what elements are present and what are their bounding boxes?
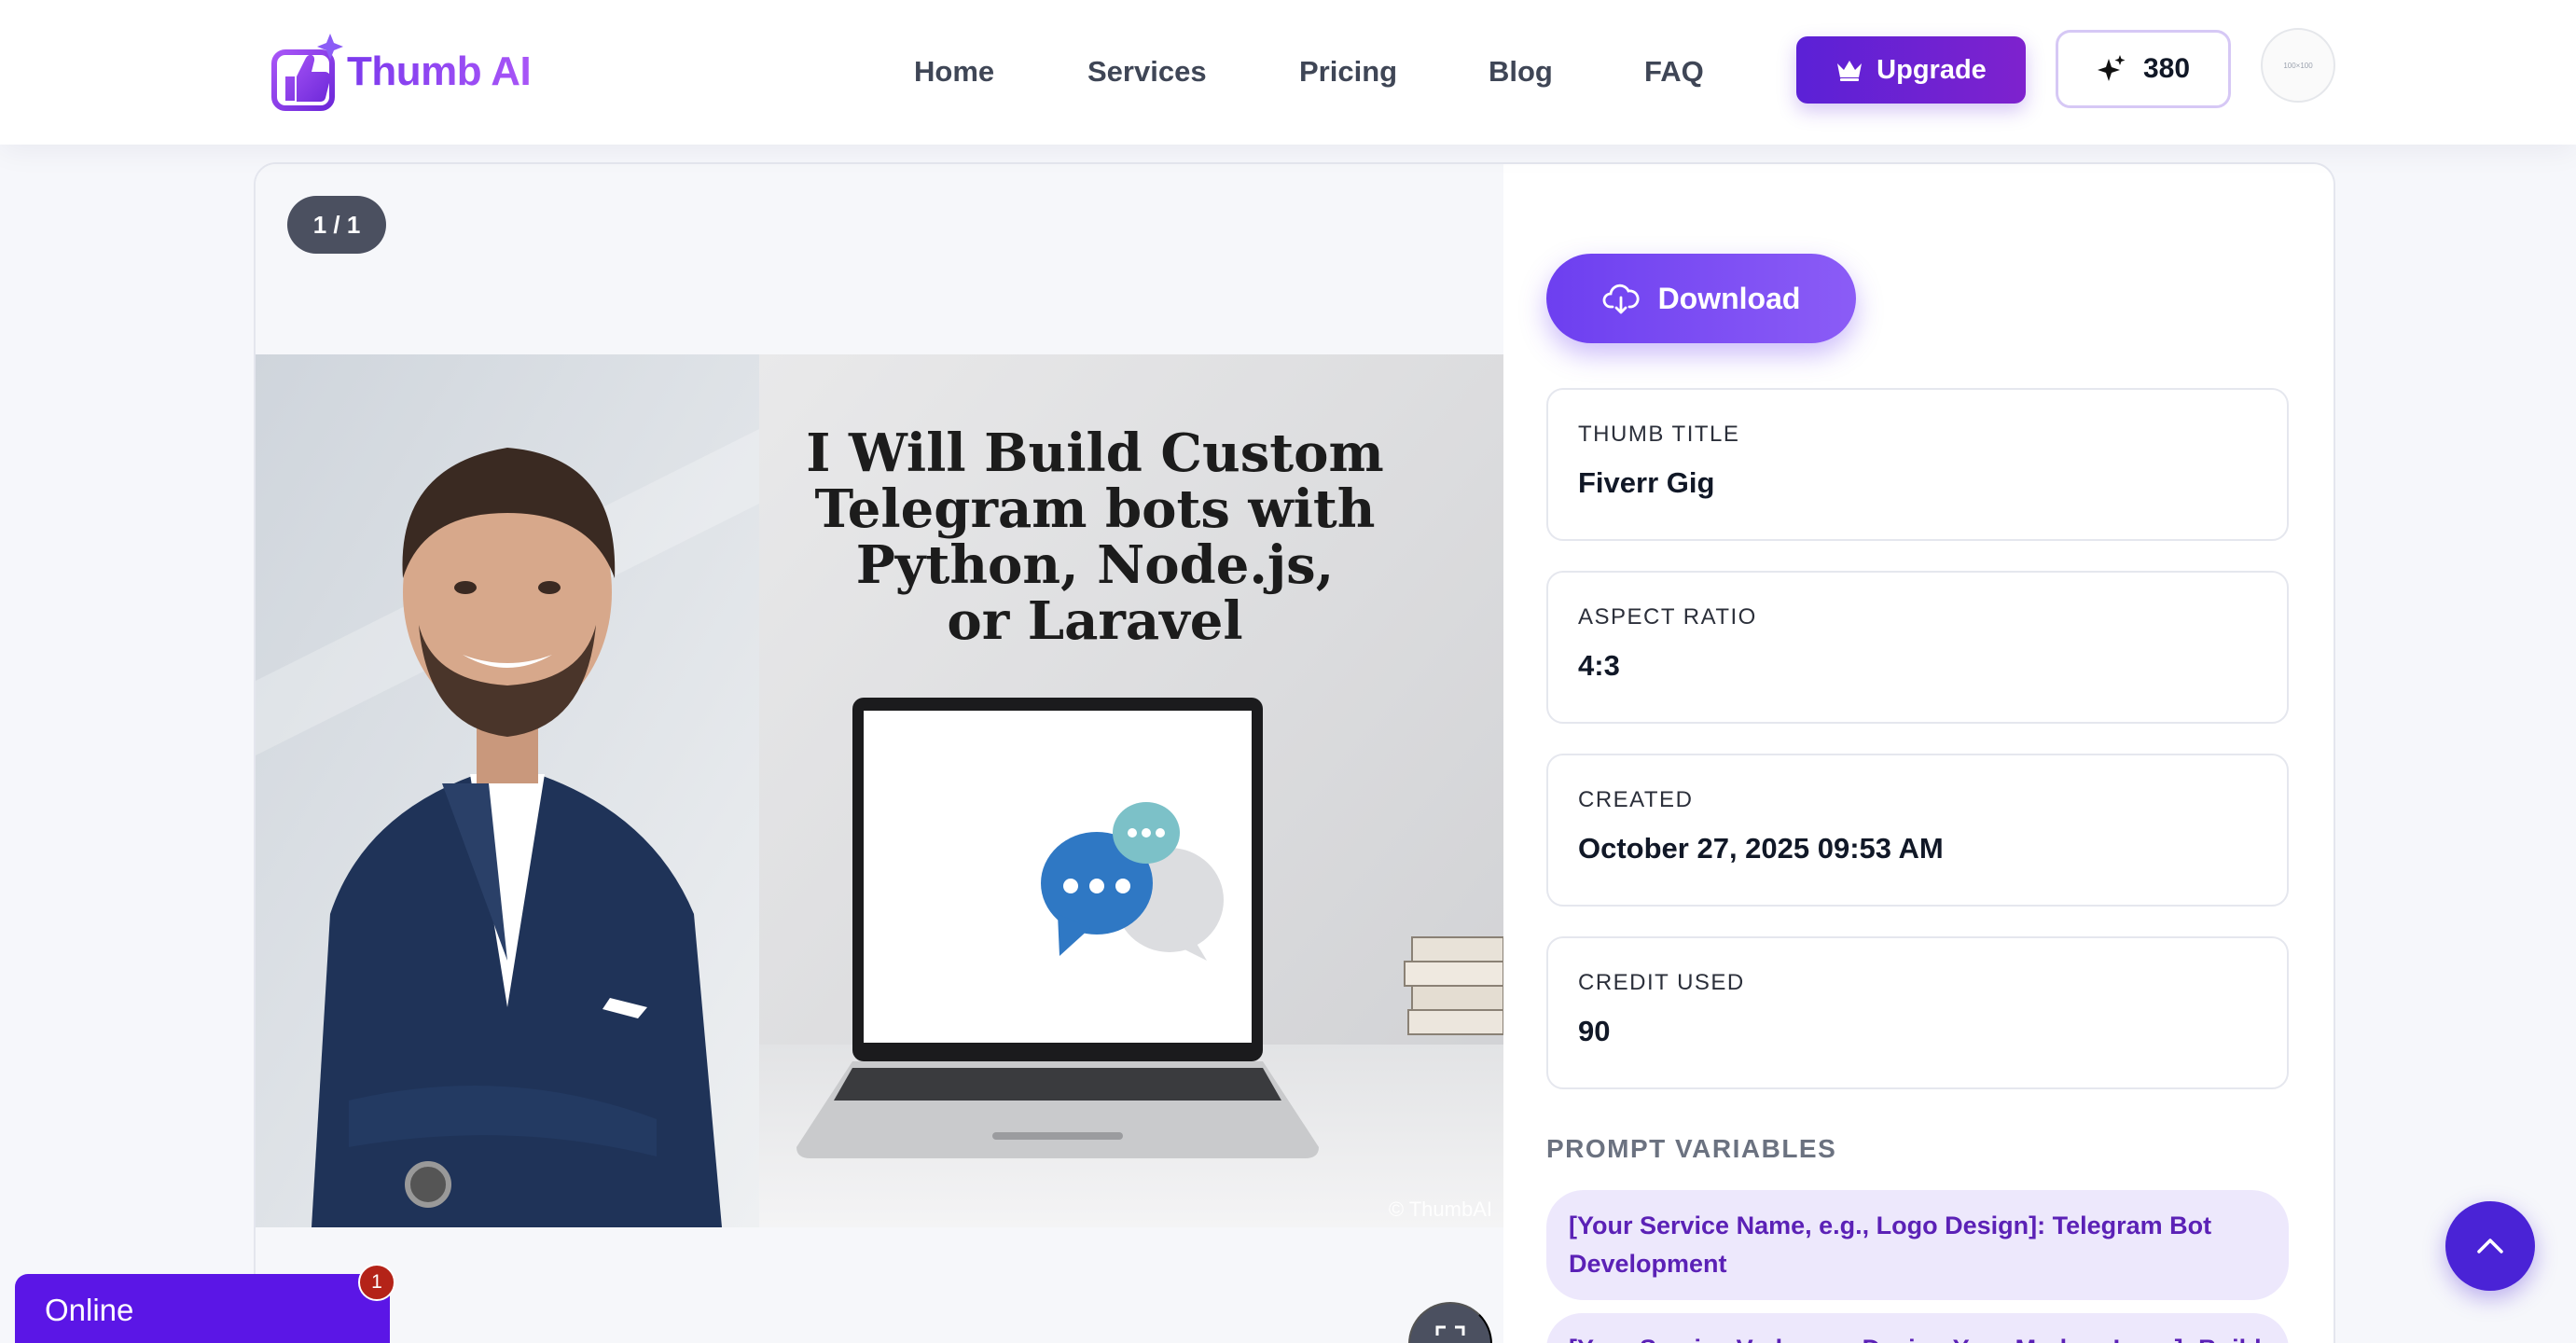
field-label: THUMB TITLE (1578, 422, 1740, 447)
field-label: CREATED (1578, 787, 1694, 812)
brand-logo[interactable]: Thumb AI (270, 30, 532, 114)
field-value: Fiverr Gig (1578, 466, 1715, 499)
download-label: Download (1657, 281, 1801, 315)
nav-link-pricing[interactable]: Pricing (1299, 48, 1397, 95)
upgrade-button[interactable]: Upgrade (1796, 36, 2026, 104)
field-label: ASPECT RATIO (1578, 604, 1757, 630)
aspect-ratio-field: ASPECT RATIO 4:3 (1546, 571, 2289, 724)
nav-link-services[interactable]: Services (1087, 48, 1207, 95)
download-button[interactable]: Download (1546, 254, 1856, 343)
chat-status: Online (45, 1293, 134, 1327)
headline-line: Python, Node.js, (855, 534, 1335, 596)
sparkle-icon (2097, 55, 2126, 81)
crown-icon (1837, 61, 1863, 81)
headline-line: or Laravel (947, 590, 1243, 652)
nav-link-faq[interactable]: FAQ (1644, 48, 1704, 95)
credit-used-field: CREDIT USED 90 (1546, 936, 2289, 1089)
thumbnail-details-panel: Download THUMB TITLE Fiverr Gig ASPECT R… (1503, 164, 2334, 1343)
field-value: 90 (1578, 1015, 1611, 1047)
headline-line: Telegram bots with (814, 478, 1376, 540)
cloud-download-icon (1602, 284, 1640, 314)
upgrade-label: Upgrade (1877, 54, 1987, 85)
chat-notification-badge: 1 (358, 1264, 395, 1301)
credits-button[interactable]: 380 (2056, 30, 2231, 108)
nav-link-home[interactable]: Home (914, 48, 994, 95)
thumbs-up-sparkle-icon (271, 34, 343, 111)
nav-link-blog[interactable]: Blog (1489, 48, 1553, 95)
headline-line: I Will Build Custom (806, 422, 1384, 484)
brand-name: Thumb AI (347, 48, 532, 94)
thumb-title-field: THUMB TITLE Fiverr Gig (1546, 388, 2289, 541)
created-field: CREATED October 27, 2025 09:53 AM (1546, 754, 2289, 907)
chevron-up-icon (2477, 1239, 2503, 1253)
field-value: 4:3 (1578, 649, 1620, 682)
prompt-variables-heading: PROMPT VARIABLES (1546, 1134, 1837, 1163)
avatar-placeholder-text: 100×100 (2283, 61, 2313, 70)
thumbnail-headline: I Will Build Custom Telegram bots with P… (759, 425, 1431, 649)
scroll-to-top-button[interactable] (2445, 1201, 2535, 1291)
expand-icon (1435, 1325, 1465, 1336)
generated-thumbnail[interactable]: I Will Build Custom Telegram bots with P… (256, 354, 1503, 1227)
fullscreen-button[interactable] (1408, 1302, 1492, 1343)
credits-count: 380 (2142, 53, 2191, 84)
top-navbar: Thumb AI Home Services Pricing Blog FAQ … (0, 0, 2576, 145)
thumbnail-watermark: © ThumbAI (1388, 1198, 1492, 1221)
prompt-variable-chip: [Your Service Name, e.g., Logo Design]: … (1546, 1190, 2289, 1300)
image-viewer: 1 / 1 I Will Build Custom Telegram bots … (256, 164, 1503, 1343)
field-label: CREDIT USED (1578, 970, 1745, 995)
user-avatar[interactable]: 100×100 (2261, 28, 2335, 103)
field-value: October 27, 2025 09:53 AM (1578, 832, 1944, 865)
image-counter: 1 / 1 (287, 196, 386, 254)
chat-widget[interactable]: Online (15, 1274, 390, 1343)
prompt-variable-chip: [Your Service Verb, e.g., Design Your Mo… (1546, 1313, 2289, 1343)
thumbnail-detail-card: 1 / 1 I Will Build Custom Telegram bots … (254, 162, 2335, 1343)
